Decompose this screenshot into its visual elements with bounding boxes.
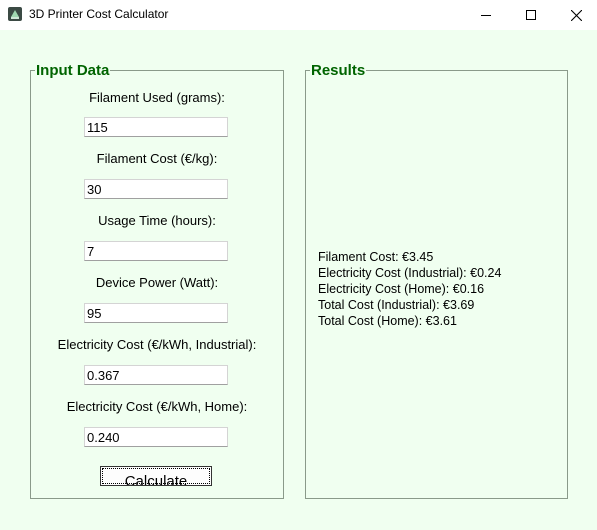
result-electricity-cost-home: Electricity Cost (Home): €0.16 xyxy=(318,282,485,296)
usage-time-input[interactable] xyxy=(84,241,228,261)
electricity-cost-industrial-label: Electricity Cost (€/kWh, Industrial): xyxy=(57,337,257,352)
electricity-cost-home-label: Electricity Cost (€/kWh, Home): xyxy=(66,399,248,414)
close-button[interactable] xyxy=(553,0,597,30)
device-power-input[interactable] xyxy=(84,303,228,323)
result-total-cost-industrial: Total Cost (Industrial): €3.69 xyxy=(318,298,475,312)
result-total-cost-home: Total Cost (Home): €3.61 xyxy=(318,314,457,328)
minimize-icon xyxy=(481,15,491,16)
calculate-button-label: Calculate xyxy=(124,473,188,486)
close-icon xyxy=(570,9,582,21)
electricity-cost-home-input[interactable] xyxy=(84,427,228,447)
filament-used-label: Filament Used (grams): xyxy=(89,90,225,105)
usage-time-label: Usage Time (hours): xyxy=(98,213,216,228)
filament-cost-input[interactable] xyxy=(84,179,228,199)
calculate-button[interactable]: Calculate xyxy=(100,466,212,486)
filament-cost-label: Filament Cost (€/kg): xyxy=(96,151,218,166)
title-bar: 3D Printer Cost Calculator xyxy=(0,0,597,30)
electricity-cost-industrial-input[interactable] xyxy=(84,365,228,385)
3d-printer-icon xyxy=(8,7,22,21)
minimize-button[interactable] xyxy=(463,0,509,30)
results-heading: Results xyxy=(311,62,366,79)
window-title: 3D Printer Cost Calculator xyxy=(29,7,169,21)
device-power-label: Device Power (Watt): xyxy=(95,275,219,290)
maximize-button[interactable] xyxy=(508,0,554,30)
results-group: Results xyxy=(305,62,568,499)
result-filament-cost: Filament Cost: €3.45 xyxy=(318,250,434,264)
input-data-heading: Input Data xyxy=(36,62,110,79)
result-electricity-cost-industrial: Electricity Cost (Industrial): €0.24 xyxy=(318,266,502,280)
filament-used-input[interactable] xyxy=(84,117,228,137)
maximize-icon xyxy=(526,10,536,20)
